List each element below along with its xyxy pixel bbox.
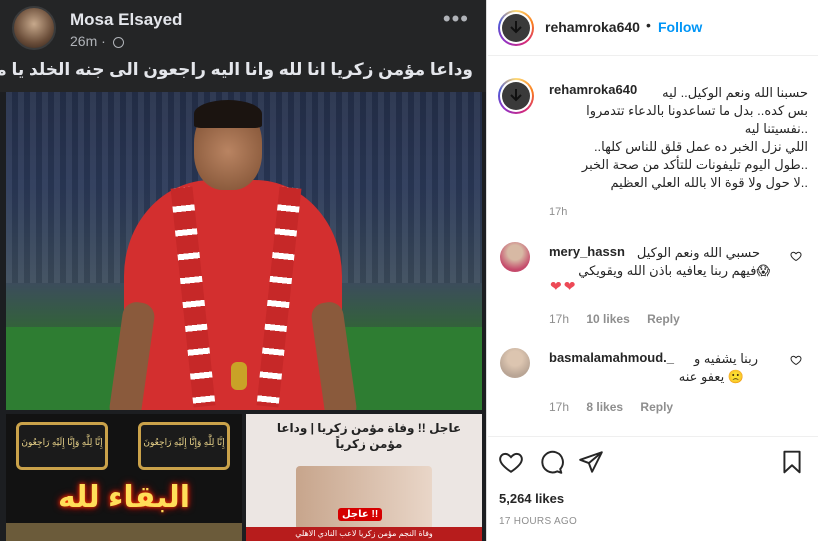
condolence-frame-right: إِنَّا لِلَّٰهِ وَإِنَّا إِلَيْهِ رَاجِع… [138, 422, 230, 470]
comment-icon[interactable] [538, 449, 564, 475]
comment-avatar[interactable] [500, 242, 530, 272]
comment-text: 😱فيهم ربنا يعافيه باذن الله ويقويكي [578, 263, 770, 278]
instagram-post-view: Mosa Elsayed 26m · ••• وداعا مؤمن زكريا … [0, 0, 818, 541]
condolence-heading: البقاء لله [57, 481, 191, 514]
news-thumbnail: عاجل !! وفاة مؤمن زكريا | وداعا مؤمن زكر… [246, 414, 482, 541]
player-photo [6, 92, 482, 410]
facebook-time-text: 26m · [70, 33, 106, 49]
caption-line: ..نفسيتنا ليه [744, 121, 808, 136]
comment-time[interactable]: 17h [549, 400, 569, 414]
caption-line: ..لا حول ولا قوة الا بالله العلي العظيم [610, 175, 808, 190]
download-arrow-icon [510, 89, 522, 102]
caption-line: حسبنا الله ونعم الوكيل.. ليه [662, 85, 808, 100]
news-title: عاجل !! وفاة مؤمن زكريا | وداعا مؤمن زكر… [276, 421, 462, 451]
reply-button[interactable]: Reply [647, 312, 680, 326]
caption-time[interactable]: 17h [549, 206, 567, 218]
facebook-post-time: 26m · [70, 33, 124, 49]
news-bottom-banner: وفاة النجم مؤمن زكريا لاعب النادي الاهلي [246, 527, 482, 541]
facebook-author-name: Mosa Elsayed [70, 10, 183, 29]
post-side-panel: rehamroka640 • Follow rehamroka640 حسبنا… [488, 0, 818, 541]
caption-line: ..طول اليوم تليفونات للتأكد من صحة الخبر [581, 157, 808, 172]
player-hair [194, 100, 262, 128]
urgent-badge: عاجل !! [338, 508, 383, 521]
comment-likes[interactable]: 8 likes [586, 400, 623, 414]
reply-button[interactable]: Reply [640, 400, 673, 414]
separator-dot: • [646, 17, 651, 33]
caption-line: بس كده.. بدل ما تساعدونا بالدعاء تتدمروا [586, 103, 808, 118]
globe-icon [112, 36, 124, 48]
comment-like-heart-icon[interactable] [790, 354, 802, 366]
facebook-more-icon: ••• [442, 6, 469, 31]
story-ring[interactable] [498, 10, 534, 46]
facebook-avatar [12, 6, 56, 50]
comment-likes[interactable]: 10 likes [586, 312, 629, 326]
caption-avatar[interactable] [498, 78, 534, 114]
comment-like-heart-icon[interactable] [790, 250, 802, 262]
facebook-caption: وداعا مؤمن زكريا انا لله وانا اليه راجعو… [0, 60, 473, 79]
comment-hearts: ❤❤ [550, 278, 578, 294]
post-actions: 5,264 likes 17 HOURS AGO [488, 436, 818, 541]
heart-icon[interactable] [498, 449, 524, 475]
caption-text: حسبنا الله ونعم الوكيل.. ليه بس كده.. بد… [538, 84, 808, 192]
condolence-footer-strip [6, 523, 242, 541]
user-avatar [502, 14, 530, 42]
medal [231, 362, 247, 390]
comment-meta: 17h 10 likes Reply [549, 312, 694, 326]
condolence-image: إِنَّا لِلَّٰهِ وَإِنَّا إِلَيْهِ رَاجِع… [6, 414, 242, 541]
comment-text: ربنا يشفيه و [694, 351, 758, 366]
comment-time[interactable]: 17h [549, 312, 569, 326]
condolence-frame-text: إِنَّا لِلَّٰهِ وَإِنَّا إِلَيْهِ رَاجِع… [143, 437, 225, 447]
condolence-frame-left: إِنَّا لِلَّٰهِ وَإِنَّا إِلَيْهِ رَاجِع… [16, 422, 108, 470]
comment-text: حسبي الله ونعم الوكيل [636, 245, 760, 260]
comment-meta: 17h 8 likes Reply [549, 400, 687, 414]
likes-count[interactable]: 5,264 likes [499, 491, 564, 506]
bookmark-icon[interactable] [779, 449, 805, 475]
share-icon[interactable] [578, 449, 604, 475]
follow-button[interactable]: Follow [658, 19, 702, 35]
comment-avatar[interactable] [500, 348, 530, 378]
user-avatar [502, 82, 530, 110]
post-image[interactable]: Mosa Elsayed 26m · ••• وداعا مؤمن زكريا … [0, 0, 487, 541]
comment-text: 🙁 يعفو عنه [678, 369, 744, 384]
post-time-ago[interactable]: 17 HOURS AGO [499, 516, 577, 527]
caption-line: اللي نزل الخبر ده عمل قلق للناس كلها.. [593, 139, 808, 154]
comment-username[interactable]: mery_hassn [549, 244, 625, 259]
facebook-post-header: Mosa Elsayed 26m · ••• وداعا مؤمن زكريا … [0, 0, 486, 92]
header-username[interactable]: rehamroka640 [545, 19, 640, 35]
comment-username[interactable]: basmalamahmoud._ [549, 350, 674, 365]
post-header: rehamroka640 • Follow [488, 0, 818, 56]
download-arrow-icon [510, 21, 522, 34]
condolence-frame-text: إِنَّا لِلَّٰهِ وَإِنَّا إِلَيْهِ رَاجِع… [21, 437, 103, 447]
